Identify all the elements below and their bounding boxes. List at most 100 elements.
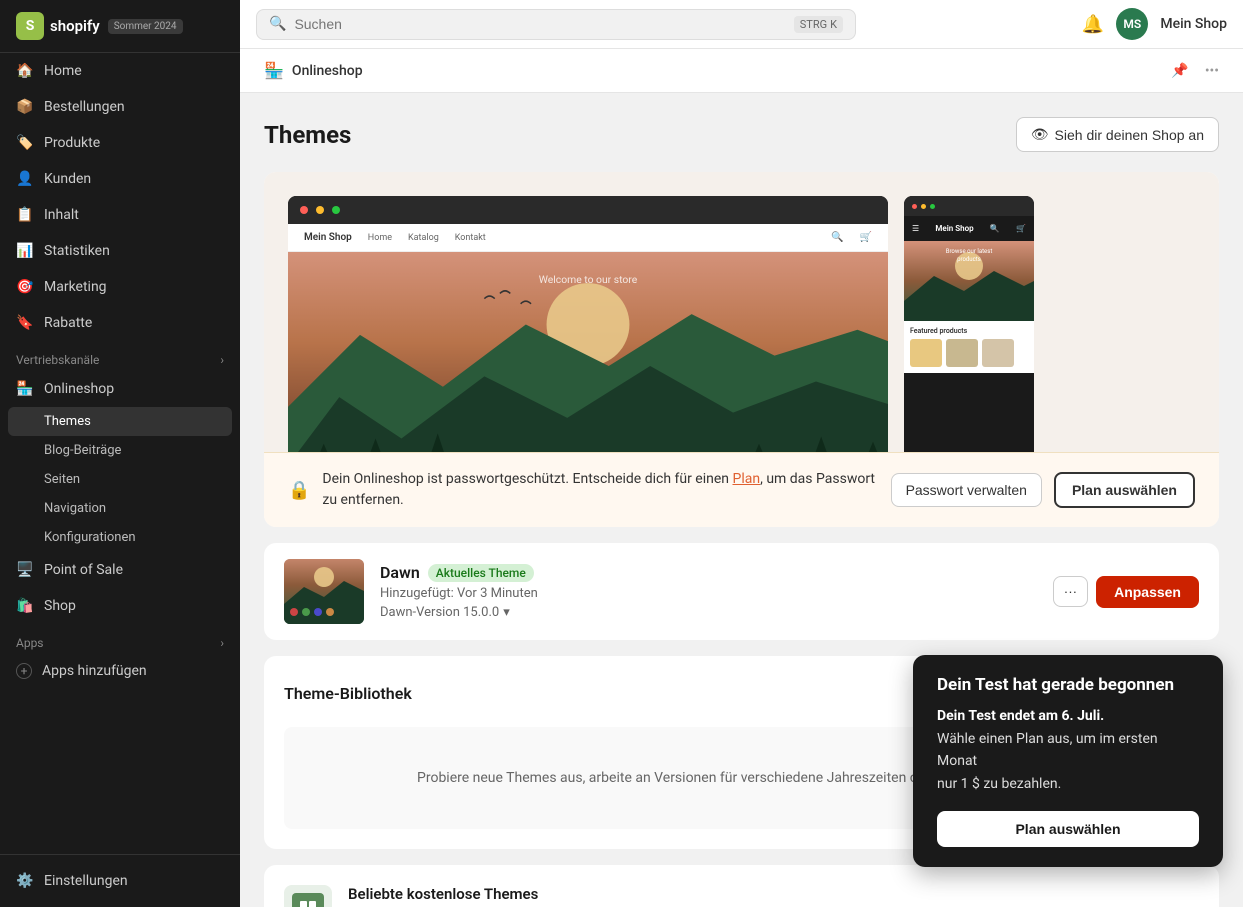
bell-icon[interactable]: 🔔 <box>1082 14 1104 35</box>
sidebar-item-analytics[interactable]: 📊 Statistiken <box>0 233 240 269</box>
sidebar-header: S shopify Sommer 2024 <box>0 0 240 53</box>
theme-color-dot-1 <box>290 608 298 616</box>
preview-desktop-bar <box>288 196 888 224</box>
search-box[interactable]: 🔍 STRG K <box>256 9 856 40</box>
sidebar-item-shop[interactable]: 🛍️ Shop <box>0 588 240 624</box>
mobile-menu-icon: ☰ <box>912 224 919 233</box>
online-store-header-icon: 🏪 <box>264 61 284 80</box>
sidebar-item-content[interactable]: 📋 Inhalt <box>0 197 240 233</box>
theme-version[interactable]: Dawn-Version 15.0.0 ▾ <box>380 605 1037 620</box>
theme-color-dot-3 <box>314 608 322 616</box>
sidebar-item-settings-label: Einstellungen <box>44 873 128 889</box>
mobile-dot-red <box>912 204 917 209</box>
mobile-products-title: Featured products <box>910 327 1028 335</box>
search-input[interactable] <box>294 16 785 32</box>
page-title-row: Themes 👁 Sieh dir deinen Shop an <box>264 117 1219 152</box>
theme-info: Dawn Aktuelles Theme Hinzugefügt: Vor 3 … <box>380 563 1037 620</box>
preview-mobile-header: ☰ Mein Shop 🔍 🛒 <box>904 216 1034 241</box>
mobile-dot-yellow <box>921 204 926 209</box>
view-store-button[interactable]: 👁 Sieh dir deinen Shop an <box>1016 117 1219 152</box>
svg-text:Welcome to our store: Welcome to our store <box>539 273 638 286</box>
preview-cart-icon: 🛒 <box>860 232 872 243</box>
sidebar-item-navigation[interactable]: Navigation <box>0 494 240 523</box>
theme-name-row: Dawn Aktuelles Theme <box>380 563 1037 582</box>
sidebar-item-config[interactable]: Konfigurationen <box>0 523 240 552</box>
popular-theme-row: Beliebte kostenlose Themes Die Themes ve… <box>284 885 1199 907</box>
toast-cta-button[interactable]: Plan auswählen <box>937 811 1199 847</box>
sidebar-item-discounts[interactable]: 🔖 Rabatte <box>0 305 240 341</box>
settings-icon: ⚙️ <box>16 872 34 890</box>
apps-label: Apps <box>16 636 44 650</box>
topbar-right: 🔔 MS Mein Shop <box>1082 8 1227 40</box>
sidebar-item-add-apps-label: Apps hinzufügen <box>42 663 147 679</box>
toast: Dein Test hat gerade begonnen Dein Test … <box>913 655 1223 867</box>
sales-channels-expand-icon[interactable]: › <box>220 353 224 367</box>
sidebar-item-online-store[interactable]: 🏪 Onlineshop <box>0 371 240 407</box>
mobile-cart-icon: 🛒 <box>1016 224 1026 233</box>
preview-mobile-body: ☰ Mein Shop 🔍 🛒 <box>904 216 1034 373</box>
svg-text:products: products <box>957 256 981 263</box>
shopify-logo-icon: S <box>16 12 44 40</box>
sidebar-item-home[interactable]: 🏠 Home <box>0 53 240 89</box>
content-header: 🏪 Onlineshop 📌 ••• <box>240 49 1243 93</box>
sidebar-item-pages-label: Seiten <box>44 472 80 487</box>
sidebar-item-config-label: Konfigurationen <box>44 530 136 545</box>
sidebar-item-products[interactable]: 🏷️ Produkte <box>0 125 240 161</box>
header-more-icon[interactable]: ••• <box>1205 63 1219 79</box>
sidebar-bottom: ⚙️ Einstellungen <box>0 854 240 907</box>
customize-button[interactable]: Anpassen <box>1096 576 1199 608</box>
store-name: Mein Shop <box>1160 16 1227 32</box>
topbar: 🔍 STRG K 🔔 MS Mein Shop <box>240 0 1243 49</box>
sidebar-item-add-apps[interactable]: + Apps hinzufügen <box>0 654 240 688</box>
theme-dots-row <box>284 604 340 620</box>
preview-store-name: Mein Shop <box>304 232 352 243</box>
popular-theme-title: Beliebte kostenlose Themes <box>348 885 1088 903</box>
theme-preview-card: Mein Shop Home Katalog Kontakt 🔍 🛒 <box>264 172 1219 527</box>
page-title: Themes <box>264 121 351 149</box>
popular-theme-info: Beliebte kostenlose Themes Die Themes ve… <box>348 885 1088 907</box>
manage-password-button[interactable]: Passwort verwalten <box>891 473 1042 507</box>
toast-title: Dein Test hat gerade begonnen <box>937 675 1199 695</box>
theme-thumbnail <box>284 559 364 624</box>
customers-icon: 👤 <box>16 170 34 188</box>
theme-more-button[interactable]: ··· <box>1053 576 1088 607</box>
shopify-logo[interactable]: S shopify <box>16 12 100 40</box>
content-header-title: Onlineshop <box>292 63 363 79</box>
mobile-product-3 <box>982 339 1014 367</box>
sidebar-item-customers[interactable]: 👤 Kunden <box>0 161 240 197</box>
discounts-icon: 🔖 <box>16 314 34 332</box>
popular-theme-icon-inner <box>292 893 324 907</box>
svg-text:Browse our latest: Browse our latest <box>946 248 993 255</box>
mobile-product-2 <box>946 339 978 367</box>
sidebar-item-discounts-label: Rabatte <box>44 315 92 331</box>
theme-actions: ··· Anpassen <box>1053 576 1199 608</box>
plan-link[interactable]: Plan <box>733 471 761 487</box>
preview-desktop-nav: Mein Shop Home Katalog Kontakt 🔍 🛒 <box>288 224 888 252</box>
sidebar-item-blog[interactable]: Blog-Beiträge <box>0 436 240 465</box>
preview-nav-contact: Kontakt <box>455 233 486 243</box>
popular-theme-icon <box>284 885 332 907</box>
preview-mobile-products: Featured products <box>904 321 1034 373</box>
preview-mobile: ☰ Mein Shop 🔍 🛒 <box>904 196 1034 452</box>
theme-color-dot-2 <box>302 608 310 616</box>
pin-icon[interactable]: 📌 <box>1171 63 1188 79</box>
preview-desktop-body: Mein Shop Home Katalog Kontakt 🔍 🛒 <box>288 224 888 452</box>
products-icon: 🏷️ <box>16 134 34 152</box>
sidebar-item-home-label: Home <box>44 63 82 79</box>
popular-theme-svg-icon <box>298 899 318 907</box>
sidebar-item-marketing[interactable]: 🎯 Marketing <box>0 269 240 305</box>
sidebar-item-customers-label: Kunden <box>44 171 91 187</box>
sidebar-item-pages[interactable]: Seiten <box>0 465 240 494</box>
password-text: Dein Onlineshop ist passwortgeschützt. E… <box>322 469 878 511</box>
apps-expand-icon[interactable]: › <box>220 636 224 650</box>
sidebar-item-marketing-label: Marketing <box>44 279 107 295</box>
sidebar-item-orders[interactable]: 📦 Bestellungen <box>0 89 240 125</box>
sidebar-item-analytics-label: Statistiken <box>44 243 110 259</box>
avatar[interactable]: MS <box>1116 8 1148 40</box>
mobile-product-1 <box>910 339 942 367</box>
sidebar-item-themes[interactable]: Themes <box>8 407 232 436</box>
sales-channels-section: Vertriebskanäle › <box>0 341 240 371</box>
sidebar-item-settings[interactable]: ⚙️ Einstellungen <box>0 863 240 899</box>
choose-plan-button[interactable]: Plan auswählen <box>1054 472 1195 508</box>
sidebar-item-pos[interactable]: 🖥️ Point of Sale <box>0 552 240 588</box>
